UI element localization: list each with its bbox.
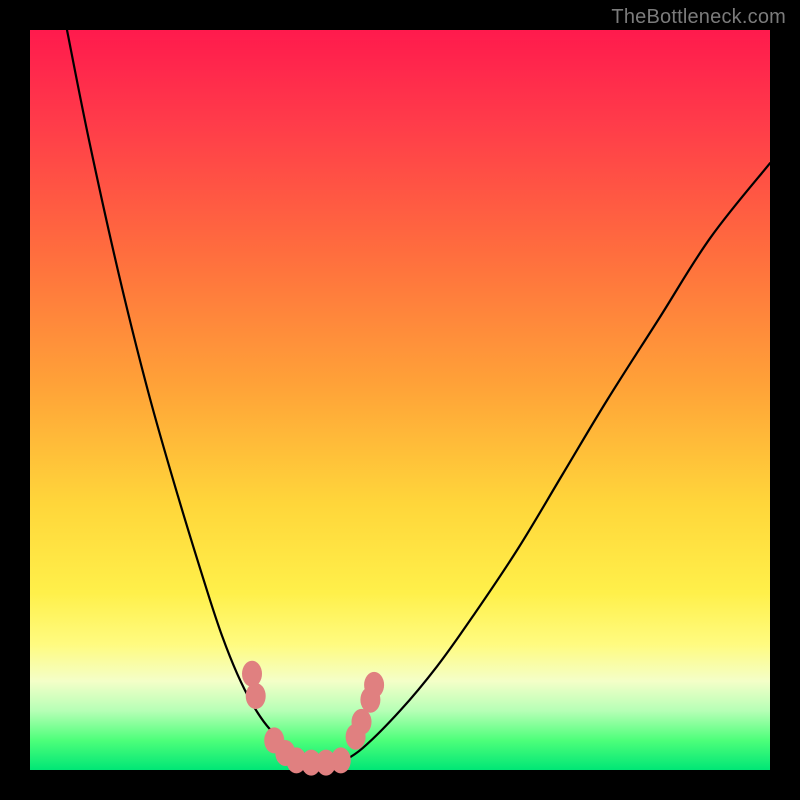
series-left-curve bbox=[67, 30, 311, 763]
data-marker bbox=[352, 709, 372, 735]
data-marker bbox=[242, 661, 262, 687]
markers-group bbox=[242, 661, 384, 776]
data-marker bbox=[331, 747, 351, 773]
series-right-curve bbox=[341, 163, 770, 762]
chart-svg bbox=[30, 30, 770, 770]
data-marker bbox=[364, 672, 384, 698]
plot-area bbox=[30, 30, 770, 770]
chart-frame: TheBottleneck.com bbox=[0, 0, 800, 800]
watermark-text: TheBottleneck.com bbox=[611, 6, 786, 29]
data-marker bbox=[246, 683, 266, 709]
